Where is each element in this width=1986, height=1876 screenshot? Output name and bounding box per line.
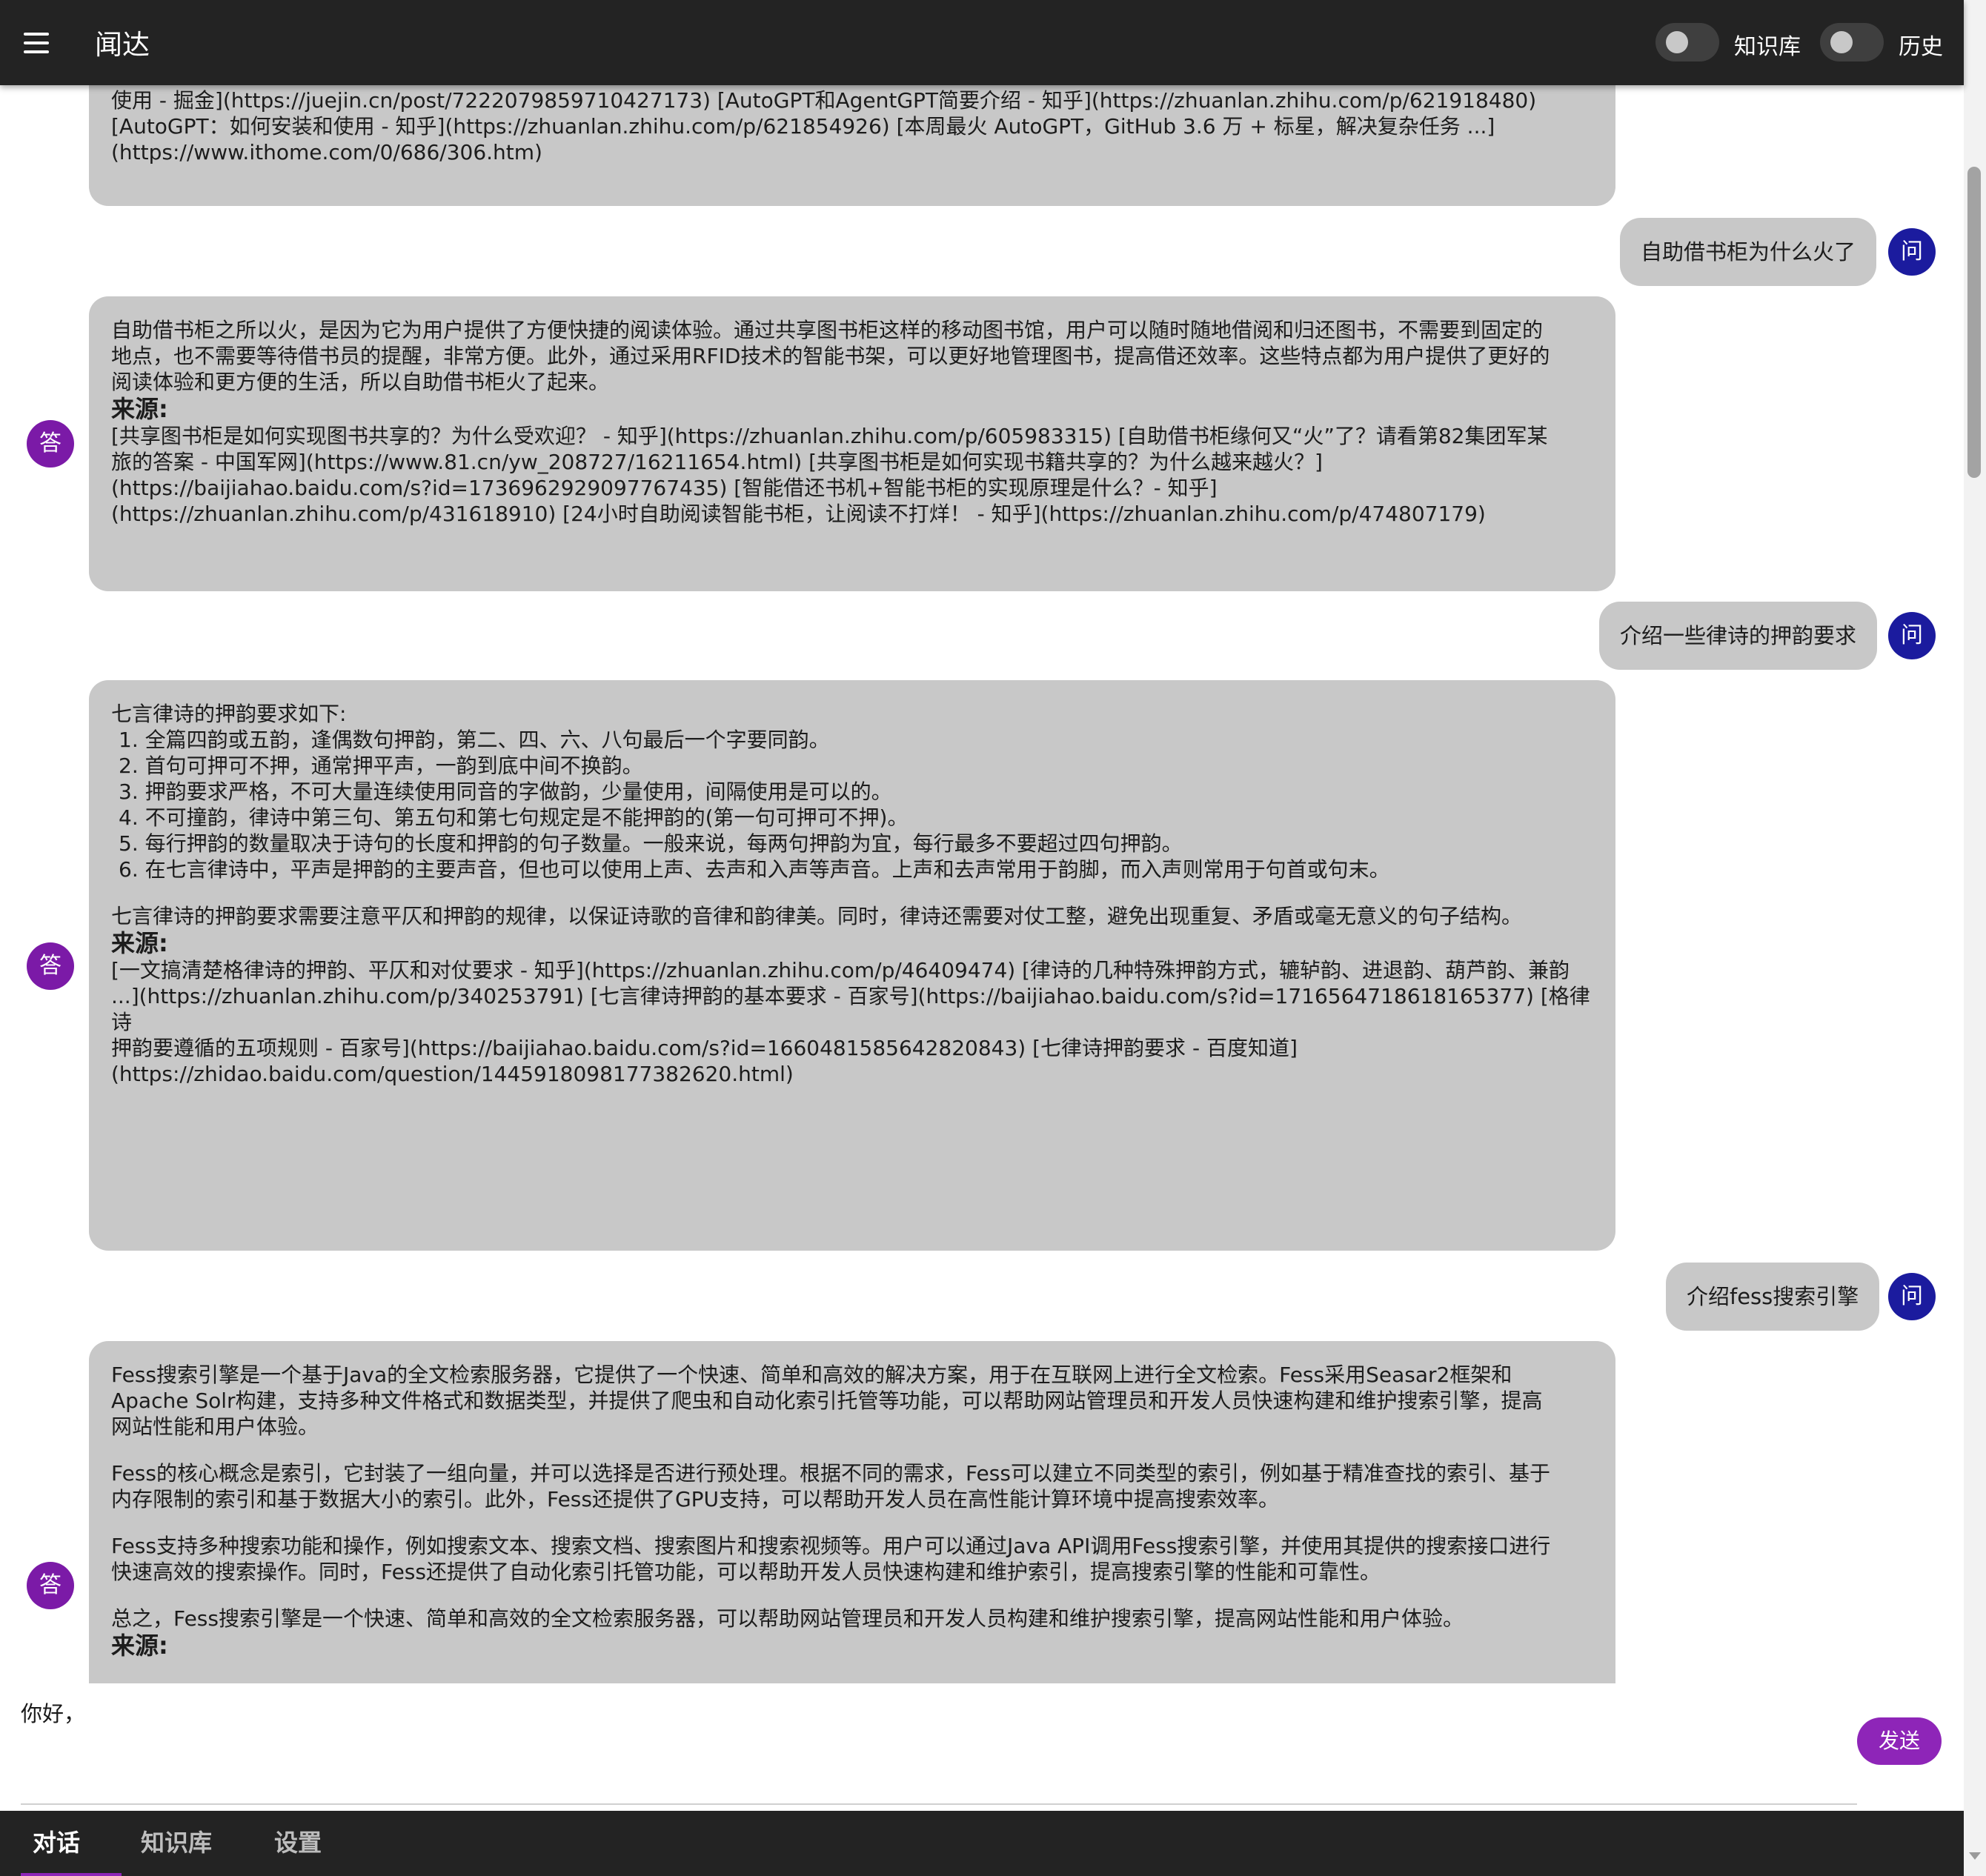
list-item: 6. 在七言律诗中，平声是押韵的主要声音，但也可以使用上声、去声和入声等声音。上… xyxy=(119,857,1390,882)
question-avatar: 问 xyxy=(1888,228,1936,276)
message-line: 网站性能和用户体验。 xyxy=(111,1414,319,1439)
message-line: (https://www.ithome.com/0/686/306.htm) xyxy=(111,140,542,164)
answer-bubble: Fess搜索引擎是一个基于Java的全文检索服务器，它提供了一个快速、简单和高效… xyxy=(89,1341,1615,1683)
answer-avatar: 答 xyxy=(27,942,74,990)
question-bubble: 自助借书柜为什么火了 xyxy=(1620,218,1877,286)
tab-knowledge-base[interactable]: 知识库 xyxy=(141,1824,212,1858)
toggle-knob xyxy=(1830,31,1853,53)
message-line: Apache Solr构建，支持多种文件格式和数据类型，并提供了爬虫和自动化索引… xyxy=(111,1388,1543,1413)
history-toggle-label: 历史 xyxy=(1899,34,1943,60)
list-item: 3. 押韵要求严格，不可大量连续使用同音的字做韵，少量使用，间隔使用是可以的。 xyxy=(119,779,892,804)
message-line: 阅读体验和更方便的生活，所以自助借书柜火了起来。 xyxy=(111,370,610,394)
message-line: 自助借书柜之所以火，是因为它为用户提供了方便快捷的阅读体验。通过共享图书柜这样的… xyxy=(111,318,1544,342)
question-text: 自助借书柜为什么火了 xyxy=(1641,239,1856,265)
active-tab-indicator xyxy=(21,1873,122,1876)
source-line: 旅的答案 - 中国军网](https://www.81.cn/yw_208727… xyxy=(111,450,1323,474)
input-underline xyxy=(21,1803,1857,1805)
source-line: [共享图书柜是如何实现图书共享的？为什么受欢迎？ - 知乎](https://z… xyxy=(111,424,1548,448)
history-toggle[interactable] xyxy=(1820,23,1884,61)
message-line: 地点，也不需要等待借书员的提醒，非常方便。此外，通过采用RFID技术的智能书架，… xyxy=(111,344,1550,368)
knowledge-base-toggle[interactable] xyxy=(1655,23,1719,61)
message-line: 七言律诗的押韵要求如下: xyxy=(111,702,347,726)
tab-chat[interactable]: 对话 xyxy=(33,1824,80,1858)
list-item: 1. 全篇四韵或五韵，逢偶数句押韵，第二、四、六、八句最后一个字要同韵。 xyxy=(119,728,830,752)
answer-avatar: 答 xyxy=(27,420,74,468)
tab-settings[interactable]: 设置 xyxy=(274,1824,322,1858)
toggle-knob xyxy=(1666,31,1688,53)
message-line: 快速高效的搜索操作。同时，Fess还提供了自动化索引托管功能，可以帮助开发人员快… xyxy=(111,1560,1381,1584)
app-title: 闻达 xyxy=(95,29,150,61)
message-input[interactable]: 你好， xyxy=(21,1697,1799,1793)
chat-scroll-area[interactable]: 使用 - 掘金](https://juejin.cn/post/72220798… xyxy=(0,0,1964,1683)
scrollbar-thumb[interactable] xyxy=(1967,167,1981,478)
list-item: 2. 首句可押可不押，通常押平声，一韵到底中间不换韵。 xyxy=(119,754,643,778)
source-line: 押韵要遵循的五项规则 - 百家号](https://baijiahao.baid… xyxy=(111,1036,1298,1060)
answer-avatar: 答 xyxy=(27,1562,74,1609)
bottom-tab-bar: 对话 知识库 设置 xyxy=(0,1811,1964,1876)
message-line: 总之，Fess搜索引擎是一个快速、简单和高效的全文检索服务器，可以帮助网站管理员… xyxy=(111,1606,1464,1631)
message-input-area: 你好， 发送 xyxy=(0,1683,1964,1811)
source-line: (https://baijiahao.baidu.com/s?id=173696… xyxy=(111,476,1218,500)
question-text: 介绍一些律诗的押韵要求 xyxy=(1620,623,1857,648)
question-bubble: 介绍一些律诗的押韵要求 xyxy=(1599,602,1878,670)
scroll-down-arrow-icon[interactable] xyxy=(1969,1852,1981,1860)
source-title: 来源: xyxy=(111,929,168,957)
question-avatar: 问 xyxy=(1888,1273,1936,1320)
answer-bubble: 七言律诗的押韵要求如下: 1. 全篇四韵或五韵，逢偶数句押韵，第二、四、六、八句… xyxy=(89,680,1615,1251)
question-text: 介绍fess搜索引擎 xyxy=(1687,1284,1859,1309)
source-line: (https://zhuanlan.zhihu.com/p/431618910)… xyxy=(111,502,1486,526)
source-line: ...](https://zhuanlan.zhihu.com/p/340253… xyxy=(111,984,1590,1034)
list-item: 4. 不可撞韵，律诗中第三句、第五句和第七句规定是不能押韵的(第一句可押可不押)… xyxy=(119,805,909,830)
answer-bubble: 自助借书柜之所以火，是因为它为用户提供了方便快捷的阅读体验。通过共享图书柜这样的… xyxy=(89,296,1615,591)
question-bubble: 介绍fess搜索引擎 xyxy=(1666,1263,1880,1331)
source-title: 来源: xyxy=(111,395,168,423)
source-line: [一文搞清楚格律诗的押韵、平仄和对仗要求 - 知乎](https://zhuan… xyxy=(111,958,1570,982)
list-item: 5. 每行押韵的数量取决于诗句的长度和押韵的句子数量。一般来说，每两句押韵为宜，… xyxy=(119,831,1183,856)
message-line: 使用 - 掘金](https://juejin.cn/post/72220798… xyxy=(111,88,1537,113)
menu-icon[interactable] xyxy=(21,27,55,59)
source-title: 来源: xyxy=(111,1631,168,1660)
message-line: Fess的核心概念是索引，它封装了一组向量，并可以选择是否进行预处理。根据不同的… xyxy=(111,1461,1550,1486)
message-line: Fess搜索引擎是一个基于Java的全文检索服务器，它提供了一个快速、简单和高效… xyxy=(111,1363,1512,1387)
question-avatar: 问 xyxy=(1888,612,1936,659)
message-line: 七言律诗的押韵要求需要注意平仄和押韵的规律，以保证诗歌的音律和韵律美。同时，律诗… xyxy=(111,904,1523,928)
send-button[interactable]: 发送 xyxy=(1857,1717,1942,1765)
source-line: (https://zhidao.baidu.com/question/14459… xyxy=(111,1062,794,1086)
top-app-bar: 闻达 知识库 历史 xyxy=(0,0,1964,85)
message-line: Fess支持多种搜索功能和操作，例如搜索文本、搜索文档、搜索图片和搜索视频等。用… xyxy=(111,1534,1551,1558)
message-line: 内存限制的索引和基于数据大小的索引。此外，Fess还提供了GPU支持，可以帮助开… xyxy=(111,1487,1280,1511)
message-line: [AutoGPT：如何安装和使用 - 知乎](https://zhuanlan.… xyxy=(111,114,1495,139)
knowledge-base-toggle-label: 知识库 xyxy=(1734,34,1801,60)
